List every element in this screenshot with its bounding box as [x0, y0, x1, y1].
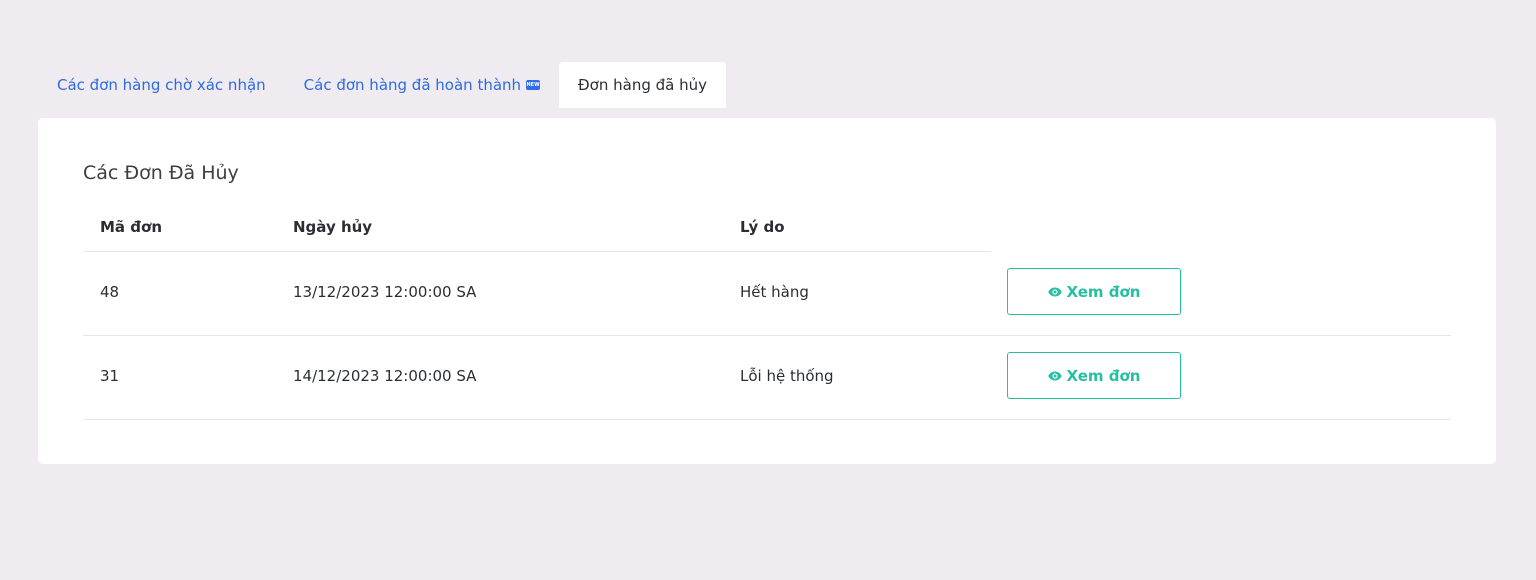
- tab-pending-orders-label: Các đơn hàng chờ xác nhận: [57, 76, 266, 94]
- order-id-cell: 48: [100, 283, 120, 301]
- table-header: Mã đơn Ngày hủy Lý do: [83, 206, 991, 252]
- eye-icon: [1047, 371, 1062, 381]
- cancelled-orders-table: Mã đơn Ngày hủy Lý do 48 13/12/2023 12:0…: [83, 206, 1451, 420]
- reason-cell: Hết hàng: [740, 283, 809, 301]
- cancelled-orders-card: Các Đơn Đã Hủy Mã đơn Ngày hủy Lý do 48 …: [38, 118, 1496, 464]
- table-row: 31 14/12/2023 12:00:00 SA Lỗi hệ thống X…: [83, 336, 1451, 420]
- reason-cell: Lỗi hệ thống: [740, 367, 834, 385]
- view-order-button[interactable]: Xem đơn: [1007, 352, 1181, 399]
- eye-icon: [1047, 287, 1062, 297]
- view-order-button[interactable]: Xem đơn: [1007, 268, 1181, 315]
- header-reason: Lý do: [740, 218, 785, 236]
- header-order-id: Mã đơn: [100, 218, 162, 236]
- new-badge-icon: NEW: [526, 80, 541, 90]
- cancel-date-cell: 13/12/2023 12:00:00 SA: [293, 283, 477, 301]
- table-row: 48 13/12/2023 12:00:00 SA Hết hàng Xem đ…: [83, 252, 1451, 336]
- tab-bar: Các đơn hàng chờ xác nhận Các đơn hàng đ…: [38, 62, 726, 108]
- tab-completed-orders-label: Các đơn hàng đã hoàn thành: [303, 76, 522, 94]
- header-cancel-date: Ngày hủy: [293, 218, 373, 236]
- view-order-label: Xem đơn: [1066, 366, 1141, 385]
- tab-cancelled-orders-label: Đơn hàng đã hủy: [578, 76, 707, 94]
- card-title: Các Đơn Đã Hủy: [83, 162, 239, 184]
- view-order-label: Xem đơn: [1066, 282, 1141, 301]
- order-id-cell: 31: [100, 367, 120, 385]
- tab-completed-orders[interactable]: Các đơn hàng đã hoàn thành NEW: [285, 62, 559, 108]
- cancel-date-cell: 14/12/2023 12:00:00 SA: [293, 367, 477, 385]
- tab-pending-orders[interactable]: Các đơn hàng chờ xác nhận: [38, 62, 285, 108]
- tab-cancelled-orders[interactable]: Đơn hàng đã hủy: [559, 62, 726, 108]
